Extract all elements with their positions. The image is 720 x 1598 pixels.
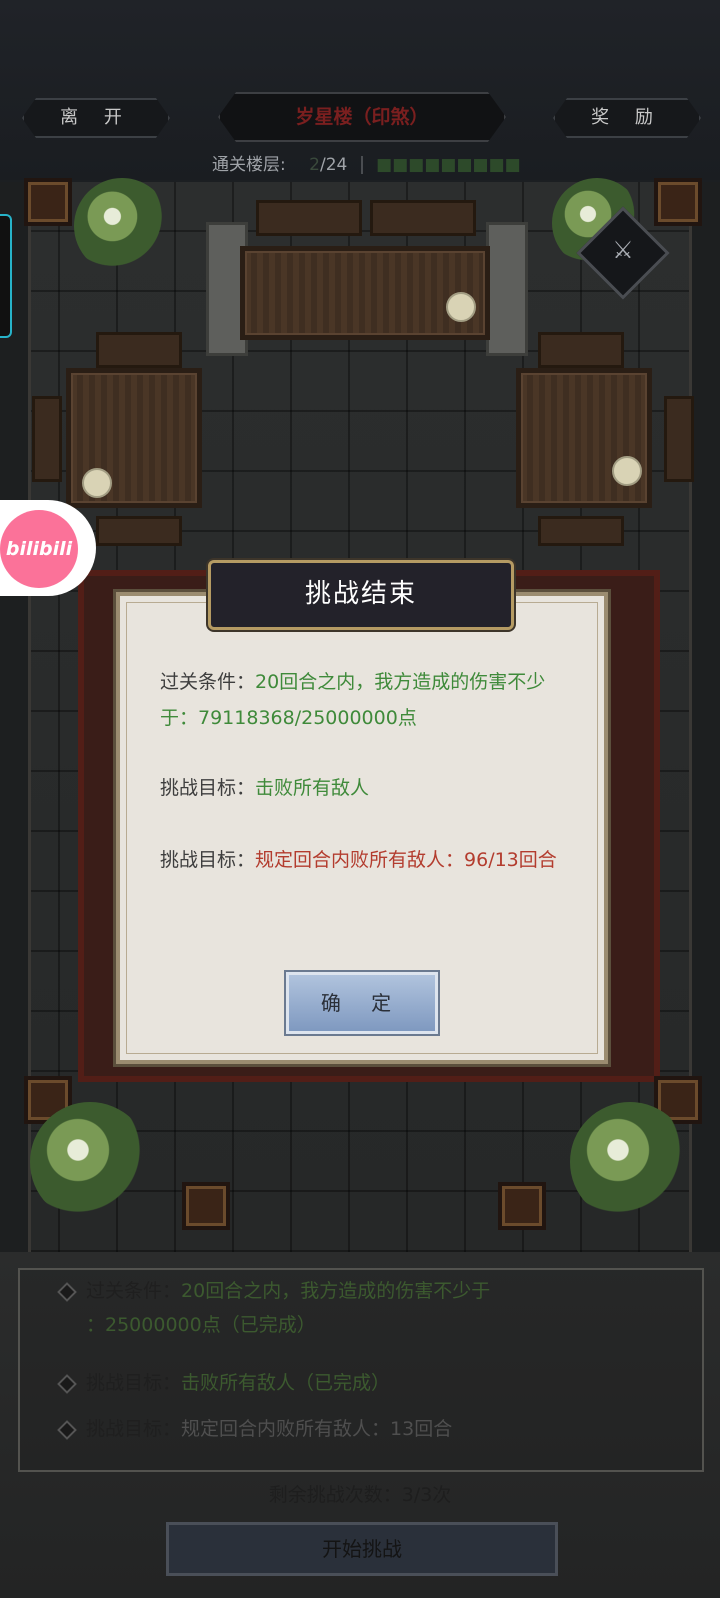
long-table: [240, 246, 490, 340]
condition-label: 挑战目标：: [160, 849, 256, 871]
bench: [256, 200, 362, 236]
divider: [360, 156, 363, 174]
bench: [96, 516, 182, 546]
condition-label: 挑战目标：: [86, 1372, 182, 1394]
diamond-bullet-icon: [57, 1419, 77, 1440]
start-challenge-button[interactable]: 开始挑战: [166, 1522, 558, 1576]
side-tab[interactable]: [0, 214, 12, 338]
condition-value: 规定回合内败所有敌人：13回合: [181, 1418, 453, 1440]
leave-button[interactable]: 离 开: [22, 98, 170, 138]
flower-pot-icon: [570, 1102, 690, 1222]
bench: [96, 332, 182, 368]
condition-label: 过关条件：: [86, 1280, 182, 1302]
reward-button[interactable]: 奖 励: [553, 98, 701, 138]
condition-value: 击败所有敌人（已完成）: [181, 1372, 391, 1394]
dialog-condition-1: 过关条件：20回合之内，我方造成的伤害不少于：79118368/25000000…: [160, 664, 570, 736]
condition-value: 击败所有敌人: [255, 777, 370, 799]
lantern-icon: [186, 1186, 226, 1226]
bench: [538, 332, 624, 368]
flower-pot-icon: [30, 1102, 150, 1222]
sword-icon: ⚔: [612, 236, 634, 265]
remaining-attempts: 剩余挑战次数：3/3次: [268, 1484, 452, 1506]
floor-current: 2: [309, 155, 320, 175]
plate-icon: [82, 468, 112, 498]
condition-label: 过关条件：: [160, 671, 256, 693]
condition-row-3: 挑战目标：规定回合内败所有敌人：13回合: [57, 1412, 453, 1446]
bench: [370, 200, 476, 236]
dialog-condition-2: 挑战目标：击败所有敌人: [160, 770, 570, 806]
flower-pot-icon: [74, 178, 170, 274]
condition-value: 规定回合内败所有敌人：96/13回合: [255, 849, 557, 871]
dialog-title: 挑战结束: [208, 560, 514, 630]
condition-row-2: 挑战目标：击败所有敌人（已完成）: [57, 1366, 391, 1400]
floor-label: 通关楼层:: [212, 155, 286, 175]
diamond-bullet-icon: [57, 1281, 77, 1302]
left-wall: [0, 182, 31, 1252]
bilibili-logo-icon: bilibili: [0, 510, 78, 588]
condition-label: 挑战目标：: [86, 1418, 182, 1440]
lantern-icon: [502, 1186, 542, 1226]
condition-value-cont: ：25000000点（已完成）: [86, 1314, 316, 1336]
condition-row-1-cont: ：25000000点（已完成）: [86, 1308, 316, 1342]
condition-row-1: 过关条件：20回合之内，我方造成的伤害不少于: [57, 1274, 491, 1308]
square-table: [516, 368, 652, 508]
condition-value: 20回合之内，我方造成的伤害不少于: [181, 1280, 491, 1302]
condition-label: 挑战目标：: [160, 777, 256, 799]
tower-title: 岁星楼（印煞）: [218, 92, 506, 142]
buff-text-hidden: ■■■■■■■■■: [376, 155, 521, 175]
lantern-icon: [28, 182, 68, 222]
floor-progress: 通关楼层: 2/24 ■■■■■■■■■: [212, 150, 532, 176]
confirm-button[interactable]: 确 定: [286, 972, 438, 1034]
bench: [32, 396, 62, 482]
bench: [538, 516, 624, 546]
floor-total: /24: [319, 155, 348, 175]
plate-icon: [612, 456, 642, 486]
bilibili-float-button[interactable]: bilibili: [0, 500, 96, 596]
pillar: [486, 222, 528, 356]
lantern-icon: [658, 182, 698, 222]
diamond-bullet-icon: [57, 1373, 77, 1394]
plate-icon: [446, 292, 476, 322]
bench: [664, 396, 694, 482]
dialog-condition-3: 挑战目标：规定回合内败所有敌人：96/13回合: [160, 842, 570, 878]
